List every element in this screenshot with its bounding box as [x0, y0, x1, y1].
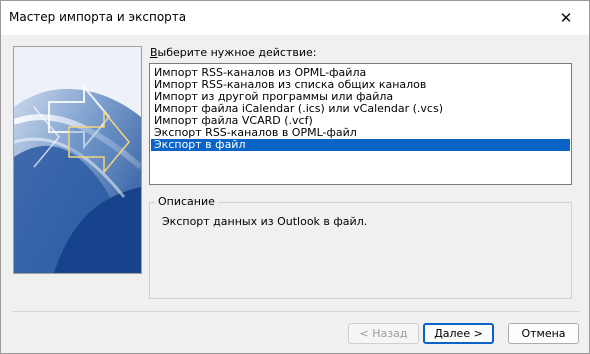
description-legend: Описание [155, 195, 218, 208]
footer-divider [13, 311, 579, 312]
description-text: Экспорт данных из Outlook в файл. [162, 215, 368, 228]
import-export-wizard-dialog: Мастер импорта и экспорта ✕ Выберите нуж… [0, 0, 590, 354]
window-title: Мастер импорта и экспорта [9, 10, 187, 24]
action-item-export-to-file[interactable]: Экспорт в файл [151, 139, 570, 151]
close-icon[interactable]: ✕ [543, 1, 589, 35]
action-list[interactable]: Импорт RSS-каналов из OPML-файла Импорт … [149, 63, 572, 185]
prompt-text: ыберите нужное действие: [157, 46, 317, 59]
back-button[interactable]: < Назад [348, 323, 419, 344]
title-bar: Мастер импорта и экспорта ✕ [1, 1, 589, 35]
cancel-button[interactable]: Отмена [508, 323, 579, 344]
next-button[interactable]: Далее > [423, 323, 494, 344]
prompt-accelerator: В [150, 46, 158, 59]
arrows-graphic [14, 47, 141, 273]
action-prompt-label: Выберите нужное действие: [150, 46, 316, 59]
wizard-side-graphic [13, 46, 142, 274]
